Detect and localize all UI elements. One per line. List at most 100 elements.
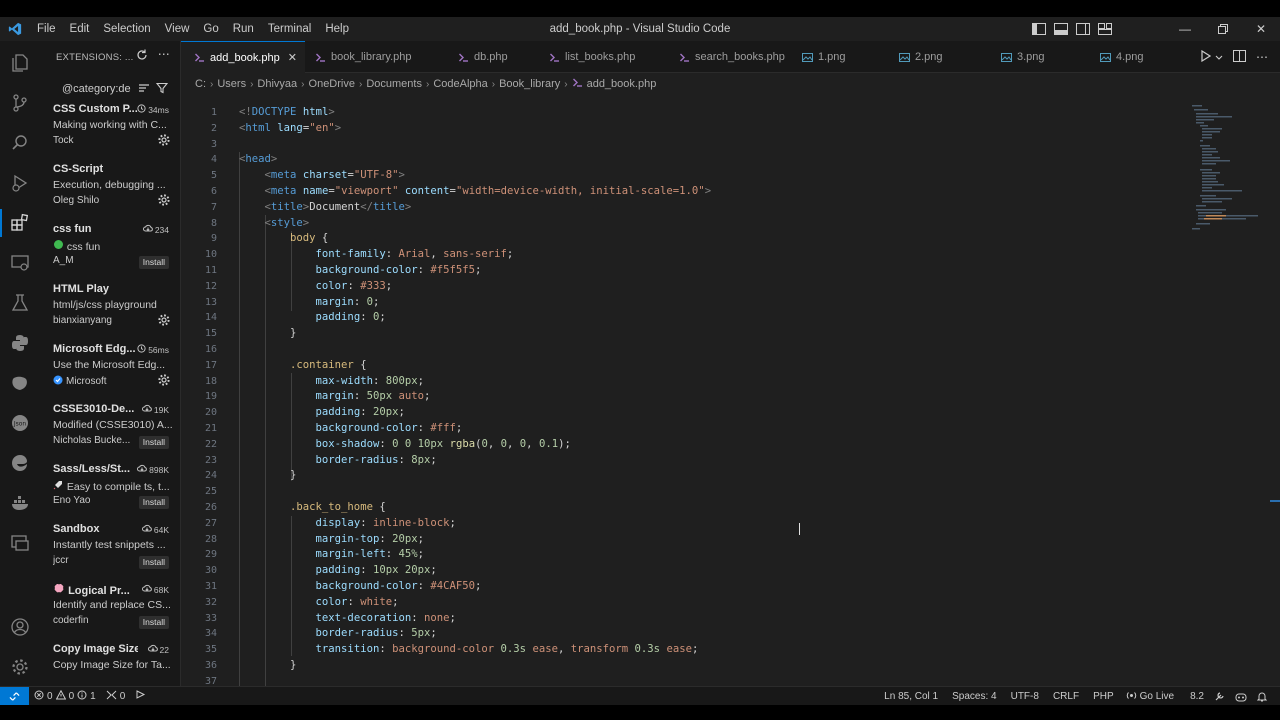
close-icon[interactable]: ✕ xyxy=(288,51,297,64)
install-button[interactable]: Install xyxy=(138,496,169,509)
extensions-icon[interactable] xyxy=(0,209,34,237)
scrollbar-marker[interactable] xyxy=(1270,500,1280,502)
code-token: title xyxy=(270,200,303,213)
docker-whale-icon[interactable] xyxy=(6,369,34,397)
refresh-icon[interactable] xyxy=(136,49,148,64)
extension-item[interactable]: Logical Pr... 68K Identify and replace CS.… xyxy=(40,583,180,643)
extension-item[interactable]: Microsoft Edg... 56ms Use the Microsoft Ed… xyxy=(40,343,180,403)
notifications-bell-icon[interactable] xyxy=(1252,691,1272,702)
toggle-panel-icon[interactable] xyxy=(1052,21,1070,37)
menu-run[interactable]: Run xyxy=(226,17,261,41)
tab-db-php[interactable]: db.php xyxy=(445,41,522,73)
breadcrumb-segment[interactable]: Documents xyxy=(366,78,422,90)
line-ending[interactable]: CRLF xyxy=(1048,691,1084,702)
split-editor-icon[interactable] xyxy=(1233,49,1246,65)
tab-add-book-php[interactable]: add_book.php ✕ xyxy=(181,41,305,73)
code-token: name xyxy=(302,185,329,197)
tab-4-png[interactable]: 4.png xyxy=(1087,41,1158,73)
more-editor-actions-icon[interactable]: ⋯ xyxy=(1256,50,1268,64)
install-button[interactable]: Install xyxy=(138,556,169,569)
php-version[interactable]: 8.2 xyxy=(1185,691,1209,702)
extensions-search-input[interactable]: @category:de xyxy=(40,75,180,103)
indentation[interactable]: Spaces: 4 xyxy=(947,691,1001,702)
toggle-secondary-sidebar-icon[interactable] xyxy=(1074,21,1092,37)
go-live-button[interactable]: Go Live xyxy=(1121,690,1179,704)
docker-icon[interactable] xyxy=(6,489,34,517)
toggle-primary-sidebar-icon[interactable] xyxy=(1030,21,1048,37)
extension-item[interactable]: CSSE3010-De... 19K Modified (CSSE3010) A..… xyxy=(40,403,180,463)
maximize-icon[interactable] xyxy=(1204,17,1242,41)
menu-go[interactable]: Go xyxy=(196,17,225,41)
manage-gear-icon[interactable] xyxy=(157,313,171,327)
remote-explorer-icon[interactable] xyxy=(6,249,34,277)
extension-item[interactable]: css fun 234 css fun A_M Install xyxy=(40,223,180,283)
extension-item[interactable]: CS-Script Execution, debugging ... Oleg Sh… xyxy=(40,163,180,223)
minimap[interactable] xyxy=(1192,105,1270,235)
search-icon[interactable] xyxy=(6,129,34,157)
explorer-icon[interactable] xyxy=(6,49,34,77)
menu-terminal[interactable]: Terminal xyxy=(261,17,318,41)
run-icon[interactable] xyxy=(1201,49,1212,65)
code-line: <meta name="viewport" content="width=dev… xyxy=(239,184,712,200)
clear-filter-icon[interactable] xyxy=(138,82,150,97)
menu-view[interactable]: View xyxy=(158,17,197,41)
breadcrumb-segment[interactable]: add_book.php xyxy=(587,78,657,90)
extension-item[interactable]: Sandbox 64K Instantly test snippets ... jcc… xyxy=(40,523,180,583)
testing-icon[interactable] xyxy=(6,289,34,317)
preview-icon[interactable] xyxy=(6,529,34,557)
manage-gear-icon[interactable] xyxy=(157,133,171,147)
python-icon[interactable] xyxy=(6,329,34,357)
tab-3-png[interactable]: 3.png xyxy=(988,41,1059,73)
tab-list-books-php[interactable]: list_books.php xyxy=(536,41,649,73)
more-actions-icon[interactable]: ⋯ xyxy=(158,48,170,64)
extension-item[interactable]: Sass/Less/St... 898K Easy to compile ts, … xyxy=(40,463,180,523)
menu-help[interactable]: Help xyxy=(318,17,356,41)
json-icon[interactable]: Json xyxy=(6,409,34,437)
breadcrumb-segment[interactable]: Dhivyaa xyxy=(257,78,297,90)
tab-search-books-php[interactable]: search_books.php xyxy=(666,41,799,73)
encoding[interactable]: UTF-8 xyxy=(1006,691,1044,702)
language-mode[interactable]: PHP xyxy=(1088,691,1119,702)
menu-file[interactable]: File xyxy=(30,17,63,41)
install-button[interactable]: Install xyxy=(138,256,169,269)
minimize-icon[interactable]: — xyxy=(1166,17,1204,41)
extension-description: Making working with C... xyxy=(53,119,173,131)
tab-book-library-php[interactable]: book_library.php xyxy=(302,41,426,73)
remote-indicator[interactable] xyxy=(0,686,29,705)
php-tools-icon[interactable] xyxy=(1209,691,1230,702)
chevron-down-icon[interactable] xyxy=(1215,50,1223,64)
breadcrumb-segment[interactable]: CodeAlpha xyxy=(433,78,487,90)
code-editor[interactable]: 1 2 3 4 5 6 7 8 9 10 11 12 13 14 15 16 17 18 19 20 21 22 23 24 2… xyxy=(181,95,1280,686)
breadcrumb-segment[interactable]: C: xyxy=(195,78,206,90)
manage-gear-icon[interactable] xyxy=(6,653,34,681)
edge-tools-icon[interactable] xyxy=(6,449,34,477)
debug-launch-indicator[interactable] xyxy=(130,689,151,703)
manage-gear-icon[interactable] xyxy=(157,193,171,207)
tab-1-png[interactable]: 1.png xyxy=(789,41,860,73)
code-line: <meta charset="UTF-8"> xyxy=(239,168,405,184)
copilot-icon[interactable] xyxy=(1230,691,1252,702)
ports-indicator[interactable]: 0 xyxy=(101,690,131,703)
run-debug-icon[interactable] xyxy=(6,169,34,197)
breadcrumb-segment[interactable]: Users xyxy=(217,78,246,90)
extension-item[interactable]: Copy Image Size 22 Copy Image Size for Ta.… xyxy=(40,643,180,686)
breadcrumb-segment[interactable]: OneDrive xyxy=(309,78,355,90)
filter-icon[interactable] xyxy=(155,82,169,97)
menu-edit[interactable]: Edit xyxy=(63,17,97,41)
extension-item[interactable]: HTML Play html/js/css playground bianxiany… xyxy=(40,283,180,343)
menu-selection[interactable]: Selection xyxy=(96,17,157,41)
close-window-icon[interactable]: ✕ xyxy=(1242,17,1280,41)
install-button[interactable]: Install xyxy=(138,616,169,629)
accounts-icon[interactable] xyxy=(6,613,34,641)
customize-layout-icon[interactable] xyxy=(1096,21,1114,37)
breadcrumb-segment[interactable]: Book_library xyxy=(499,78,560,90)
problems-indicator[interactable]: 0 0 1 xyxy=(29,689,101,703)
php-icon xyxy=(314,51,326,63)
install-button[interactable]: Install xyxy=(138,436,169,449)
cursor-position[interactable]: Ln 85, Col 1 xyxy=(879,691,943,702)
tab-2-png[interactable]: 2.png xyxy=(886,41,957,73)
extension-item[interactable]: CSS Custom P... 34ms Making working with C… xyxy=(40,103,180,163)
source-control-icon[interactable] xyxy=(6,89,34,117)
manage-gear-icon[interactable] xyxy=(157,373,171,387)
